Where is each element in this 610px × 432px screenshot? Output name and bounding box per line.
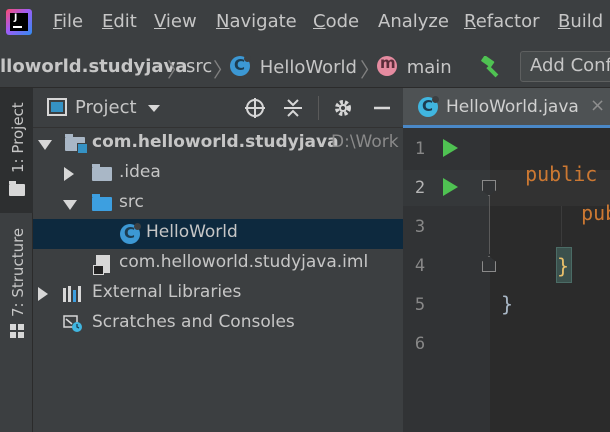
menu-navigate[interactable]: Navigate — [216, 11, 297, 32]
intellij-logo-icon[interactable] — [6, 9, 32, 35]
menu-file[interactable]: File — [53, 11, 83, 32]
tab-helloworld-label: HelloWorld.java — [446, 97, 579, 117]
tab-helloworld-java[interactable]: HelloWorld.java × — [403, 88, 610, 128]
fold-guide — [489, 196, 490, 254]
tool-window-project-label: 1: Project — [9, 102, 27, 173]
method-icon — [377, 54, 397, 76]
line-number: 2 — [414, 178, 426, 198]
collapse-all-icon[interactable] — [282, 97, 304, 119]
tool-window-structure-label: 7: Structure — [9, 227, 27, 317]
expand-arrow-icon[interactable] — [38, 140, 52, 150]
project-panel-header: Project — [33, 88, 403, 128]
folder-icon — [92, 164, 112, 181]
menu-bar: File Edit View Navigate Code Analyze Ref… — [0, 0, 610, 44]
breadcrumb-class-label: HelloWorld — [259, 57, 357, 78]
tree-row-project-root[interactable]: com.helloworld.studyjava D:\Work — [33, 129, 403, 159]
line-number: 6 — [414, 334, 426, 354]
tree-label-helloworld: HelloWorld — [146, 222, 238, 242]
project-panel: Project com.helloworld.studyjava D:\Work — [33, 88, 403, 432]
tree-label-idea: .idea — [119, 162, 161, 182]
menu-view[interactable]: View — [154, 11, 197, 32]
menu-code[interactable]: Code — [313, 11, 359, 32]
left-tool-strip: 1: Project 7: Structure — [0, 88, 33, 432]
navigation-bar: lloworld.studyjava 〉 src 〉 HelloWorld 〉 … — [0, 44, 610, 88]
tree-row-iml[interactable]: com.helloworld.studyjava.iml — [33, 249, 403, 279]
tree-label-iml: com.helloworld.studyjava.iml — [119, 252, 369, 272]
breadcrumb-class[interactable]: HelloWorld — [230, 55, 357, 78]
tree-row-idea[interactable]: .idea — [33, 159, 403, 189]
tool-window-project[interactable]: 1: Project — [0, 88, 33, 213]
close-icon[interactable]: × — [590, 95, 605, 116]
breadcrumb-src[interactable]: src — [186, 56, 212, 77]
menu-edit[interactable]: Edit — [102, 11, 137, 32]
keyword-public: publ — [581, 201, 610, 225]
folder-icon — [9, 181, 25, 196]
menu-analyze[interactable]: Analyze — [378, 11, 449, 32]
line-number: 3 — [414, 217, 426, 237]
scratches-icon — [63, 315, 82, 332]
project-view-icon — [47, 98, 67, 116]
expand-arrow-icon[interactable] — [63, 200, 77, 210]
minimize-icon[interactable] — [371, 97, 393, 119]
toolbar-divider — [318, 96, 319, 120]
source-folder-icon — [92, 194, 112, 211]
add-configuration-button[interactable]: Add Conf — [520, 51, 610, 82]
tree-label-scratches: Scratches and Consoles — [92, 312, 295, 332]
code-line-4-brace: } — [557, 254, 570, 278]
java-class-icon — [120, 223, 141, 244]
run-gutter-icon[interactable] — [443, 178, 458, 196]
line-number: 4 — [414, 256, 426, 276]
module-folder-icon — [65, 134, 88, 154]
tree-label-project-path: D:\Work — [331, 132, 399, 152]
code-line-5-brace: } — [501, 292, 514, 316]
run-gutter-icon[interactable] — [443, 139, 458, 157]
editor-tab-bar: HelloWorld.java × — [403, 88, 610, 128]
tree-row-external-libraries[interactable]: External Libraries — [33, 279, 403, 309]
breadcrumb-method-label: main — [406, 57, 452, 78]
tree-label-src: src — [119, 192, 144, 212]
menu-refactor[interactable]: Refactor — [464, 11, 540, 32]
chevron-right-icon: 〉 — [167, 58, 187, 82]
chevron-down-icon[interactable] — [148, 105, 160, 112]
menu-build[interactable]: Build — [558, 11, 603, 32]
project-view-selector[interactable]: Project — [75, 97, 137, 118]
tree-row-helloworld[interactable]: HelloWorld — [33, 219, 403, 249]
structure-icon — [10, 324, 24, 338]
collapse-arrow-icon[interactable] — [64, 167, 74, 181]
line-number: 1 — [414, 139, 426, 159]
code-line-2: publ — [557, 177, 610, 225]
gear-icon[interactable] — [332, 97, 354, 119]
tree-label-external-libraries: External Libraries — [92, 282, 242, 302]
breadcrumb-project[interactable]: lloworld.studyjava — [0, 56, 187, 77]
java-class-icon — [230, 55, 251, 76]
tree-row-src[interactable]: src — [33, 189, 403, 219]
tree-row-scratches[interactable]: Scratches and Consoles — [33, 309, 403, 339]
tool-window-structure[interactable]: 7: Structure — [0, 223, 33, 343]
locate-target-icon[interactable] — [244, 97, 266, 119]
iml-file-icon — [93, 255, 110, 275]
tree-label-project-root: com.helloworld.studyjava — [92, 132, 339, 152]
library-icon — [63, 286, 83, 302]
collapse-arrow-icon[interactable] — [38, 287, 48, 301]
java-class-icon — [418, 96, 439, 117]
build-hammer-icon[interactable] — [479, 56, 503, 78]
line-number: 5 — [414, 295, 426, 315]
breadcrumb-method[interactable]: main — [377, 54, 452, 78]
